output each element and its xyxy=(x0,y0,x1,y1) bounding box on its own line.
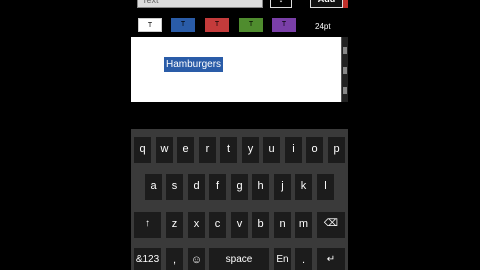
color-red-button[interactable]: T xyxy=(205,18,229,32)
language-key[interactable]: En xyxy=(274,248,291,270)
scroll-tick xyxy=(343,47,347,54)
key-p[interactable]: p xyxy=(328,137,345,163)
key-k[interactable]: k xyxy=(295,174,312,200)
color-green-button[interactable]: T xyxy=(239,18,263,32)
key-m[interactable]: m xyxy=(295,212,312,238)
key-i[interactable]: i xyxy=(285,137,302,163)
key-s[interactable]: s xyxy=(166,174,183,200)
key-r[interactable]: r xyxy=(199,137,216,163)
app-screen: Text ↓ Add T T T T T 24pt Hamburgers q w… xyxy=(131,0,348,270)
enter-key[interactable]: ↵ xyxy=(317,248,345,270)
selected-text[interactable]: Hamburgers xyxy=(164,57,224,72)
key-a[interactable]: a xyxy=(145,174,162,200)
space-key[interactable]: space xyxy=(209,248,269,270)
key-t[interactable]: t xyxy=(220,137,237,163)
emoji-icon: ☺ xyxy=(190,254,203,266)
key-o[interactable]: o xyxy=(306,137,323,163)
shift-icon: ↑ xyxy=(145,218,150,229)
color-white-button[interactable]: T xyxy=(138,18,162,32)
key-b[interactable]: b xyxy=(252,212,269,238)
key-u[interactable]: u xyxy=(263,137,280,163)
accent-strip xyxy=(343,0,348,8)
text-input[interactable]: Text xyxy=(137,0,263,8)
key-h[interactable]: h xyxy=(252,174,269,200)
key-v[interactable]: v xyxy=(231,212,248,238)
key-e[interactable]: e xyxy=(177,137,194,163)
shift-key[interactable]: ↑ xyxy=(134,212,161,238)
enter-icon: ↵ xyxy=(326,254,336,265)
color-purple-button[interactable]: T xyxy=(272,18,296,32)
key-c[interactable]: c xyxy=(209,212,226,238)
key-g[interactable]: g xyxy=(231,174,248,200)
scroll-tick xyxy=(343,87,347,94)
font-size-label[interactable]: 24pt xyxy=(315,22,331,31)
key-y[interactable]: y xyxy=(242,137,259,163)
onscreen-keyboard: q w e r t y u i o p a s d f g h j k l ↑ … xyxy=(131,129,348,270)
symbols-key[interactable]: &123 xyxy=(134,248,161,270)
microphone-icon: ↓ xyxy=(279,0,284,4)
color-blue-button[interactable]: T xyxy=(171,18,195,32)
key-f[interactable]: f xyxy=(209,174,226,200)
text-canvas[interactable]: Hamburgers xyxy=(131,37,341,102)
add-button[interactable]: Add xyxy=(310,0,343,8)
scroll-tick xyxy=(343,67,347,74)
backspace-key[interactable]: ⌫ xyxy=(317,212,345,238)
key-d[interactable]: d xyxy=(188,174,205,200)
scrollbar[interactable] xyxy=(341,37,348,102)
key-z[interactable]: z xyxy=(166,212,183,238)
backspace-icon: ⌫ xyxy=(323,218,339,229)
key-l[interactable]: l xyxy=(317,174,334,200)
key-period[interactable]: . xyxy=(295,248,312,270)
voice-input-button[interactable]: ↓ xyxy=(270,0,292,8)
emoji-key[interactable]: ☺ xyxy=(188,248,205,270)
key-w[interactable]: w xyxy=(156,137,173,163)
key-x[interactable]: x xyxy=(188,212,205,238)
key-j[interactable]: j xyxy=(274,174,291,200)
key-n[interactable]: n xyxy=(274,212,291,238)
key-comma[interactable]: , xyxy=(166,248,183,270)
key-q[interactable]: q xyxy=(134,137,151,163)
